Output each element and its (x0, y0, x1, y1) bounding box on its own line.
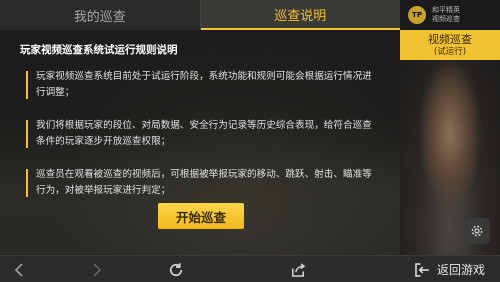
brand-line-2: 视频巡查 (432, 15, 460, 23)
side-header: TP 和平精英 视频巡查 (400, 0, 500, 30)
share-button[interactable] (286, 259, 310, 280)
refresh-icon (169, 262, 183, 276)
back-button[interactable] (8, 259, 30, 280)
share-icon (292, 262, 306, 277)
game-logo: TP (408, 6, 426, 24)
rules-content: 玩家视频巡查系统试运行规则说明 玩家视频巡查系统目前处于试运行阶段，系统功能和规… (20, 42, 378, 216)
exit-icon (415, 262, 429, 277)
brand-label: 和平精英 视频巡查 (432, 6, 472, 24)
gear-icon (471, 225, 483, 237)
rule-item: 巡查员在观看被巡查的视频后，可根据被举报玩家的移动、跳跃、射击、瞄准等行为，对被… (26, 167, 378, 199)
chevron-right-icon (93, 262, 102, 277)
app-root: 我的巡查 巡查说明 玩家视频巡查系统试运行规则说明 玩家视频巡查系统目前处于试运… (0, 0, 500, 282)
brand-line-1: 和平精英 (432, 6, 460, 14)
start-patrol-button[interactable]: 开始巡查 (158, 203, 244, 229)
bottom-nav-bar: 返回游戏 (0, 255, 500, 282)
side-item-title: 视频巡查 (428, 33, 472, 46)
side-panel: TP 和平精英 视频巡查 视频巡查 (试运行) (400, 0, 500, 255)
rule-item: 我们将根据玩家的段位、对局数据、安全行为记录等历史综合表现，给符合巡查条件的玩家… (26, 118, 378, 150)
chevron-left-icon (14, 262, 23, 277)
rules-title: 玩家视频巡查系统试运行规则说明 (20, 44, 178, 56)
back-to-game-button[interactable]: 返回游戏 (413, 259, 485, 280)
tab-bar: 我的巡查 巡查说明 (0, 0, 400, 30)
tab-my-patrol[interactable]: 我的巡查 (0, 0, 201, 30)
back-to-game-label: 返回游戏 (437, 263, 486, 277)
side-item-video-patrol[interactable]: 视频巡查 (试运行) (400, 30, 500, 60)
game-logo-text: TP (412, 11, 422, 19)
settings-button[interactable] (464, 218, 490, 244)
side-item-subtitle: (试运行) (433, 47, 467, 57)
rule-item: 玩家视频巡查系统目前处于试运行阶段，系统功能和规则可能会根据运行情况进行调整； (26, 69, 378, 101)
forward-button[interactable] (86, 259, 108, 280)
refresh-button[interactable] (164, 259, 188, 280)
tab-patrol-rules[interactable]: 巡查说明 (200, 0, 400, 30)
